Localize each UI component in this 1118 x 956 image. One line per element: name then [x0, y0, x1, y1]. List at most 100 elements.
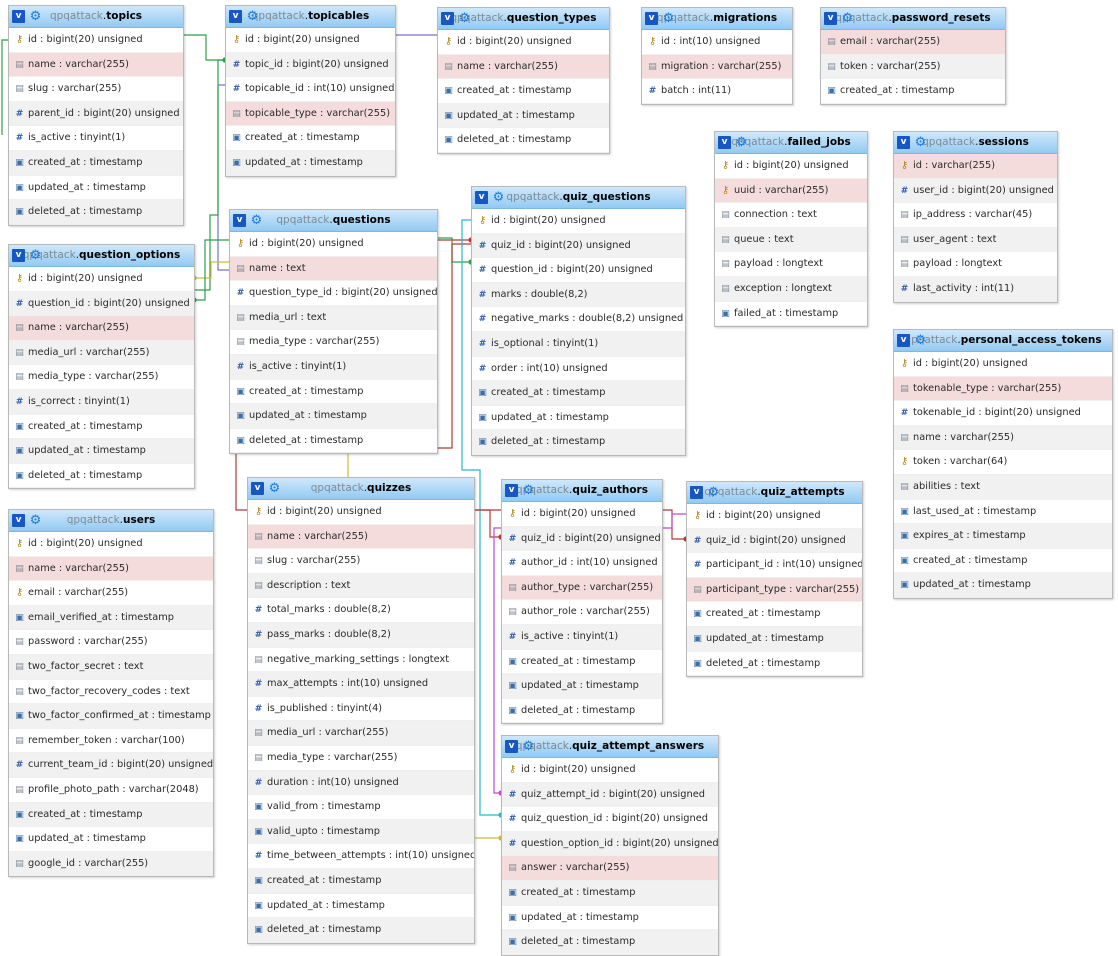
table-column-row[interactable]: ⚷ id : bigint(20) unsigned — [9, 28, 183, 53]
toggle-icon[interactable]: v — [824, 12, 837, 25]
table-questions[interactable]: v ⚙ qpqattack.questions ⚷ id : bigint(20) un… — [229, 209, 438, 455]
table-column-row[interactable]: ▣ deleted_at : timestamp — [687, 652, 862, 677]
table-column-row[interactable]: ▣ updated_at : timestamp — [687, 626, 862, 652]
table-column-row[interactable]: ▣ valid_from : timestamp — [248, 795, 474, 820]
table-column-row[interactable]: # quiz_id : bigint(20) unsigned — [472, 233, 685, 259]
table-topics[interactable]: v ⚙ qpqattack.topics ⚷ id : bigint(20) unsig… — [8, 5, 184, 226]
gear-icon[interactable]: ⚙ — [245, 9, 260, 24]
table-column-row[interactable]: ▣ created_at : timestamp — [9, 415, 194, 440]
table-header[interactable]: v ⚙ qpqattack.quiz_attempts — [687, 482, 862, 504]
table-header[interactable]: v ⚙ qpqattack.quiz_attempt_answers — [502, 736, 718, 758]
table-column-row[interactable]: ▤ description : text — [248, 573, 474, 599]
table-column-row[interactable]: ▣ created_at : timestamp — [9, 150, 183, 176]
table-column-row[interactable]: ▣ updated_at : timestamp — [248, 894, 474, 919]
toggle-icon[interactable]: v — [897, 136, 910, 149]
table-column-row[interactable]: ▣ deleted_at : timestamp — [438, 128, 609, 153]
table-column-row[interactable]: ▤ name : varchar(255) — [438, 54, 609, 80]
gear-icon[interactable]: ⚙ — [28, 513, 43, 528]
table-column-row[interactable]: # is_active : tinyint(1) — [9, 126, 183, 151]
table-topicables[interactable]: v ⚙ qpqattack.topicables ⚷ id : bigint(20) u… — [225, 5, 396, 177]
gear-icon[interactable]: ⚙ — [249, 213, 264, 228]
table-column-row[interactable]: ▤ exception : longtext — [715, 276, 867, 302]
gear-icon[interactable]: ⚙ — [913, 135, 928, 150]
table-column-row[interactable]: # author_id : int(10) unsigned — [502, 551, 662, 576]
table-column-row[interactable]: ▣ updated_at : timestamp — [9, 827, 213, 852]
table-column-row[interactable]: ▣ last_used_at : timestamp — [894, 500, 1112, 525]
table-column-row[interactable]: ▣ updated_at : timestamp — [438, 103, 609, 129]
toggle-icon[interactable]: v — [690, 486, 703, 499]
table-column-row[interactable]: ⚷ id : bigint(20) unsigned — [502, 502, 662, 527]
table-column-row[interactable]: # question_id : bigint(20) unsigned — [472, 258, 685, 283]
table-column-row[interactable]: ▤ connection : text — [715, 203, 867, 228]
table-column-row[interactable]: # current_team_id : bigint(20) unsigned — [9, 753, 213, 778]
table-header[interactable]: v ⚙ qpqattack.question_options — [9, 245, 194, 267]
table-column-row[interactable]: ▤ negative_marking_settings : longtext — [248, 648, 474, 673]
table-column-row[interactable]: ▤ author_type : varchar(255) — [502, 575, 662, 601]
table-column-row[interactable]: ▤ name : text — [230, 256, 437, 282]
table-column-row[interactable]: # topicable_id : int(10) unsigned — [226, 77, 395, 102]
table-column-row[interactable]: ▣ updated_at : timestamp — [472, 406, 685, 431]
table-question-options[interactable]: v ⚙ qpqattack.question_options ⚷ id : bigint… — [8, 244, 195, 490]
table-column-row[interactable]: # quiz_question_id : bigint(20) unsigned — [502, 807, 718, 832]
table-column-row[interactable]: ▤ participant_type : varchar(255) — [687, 577, 862, 603]
table-column-row[interactable]: # last_activity : int(11) — [894, 276, 1057, 302]
gear-icon[interactable]: ⚙ — [661, 11, 676, 26]
table-column-row[interactable]: ▣ deleted_at : timestamp — [9, 464, 194, 489]
table-column-row[interactable]: ⚷ id : bigint(20) unsigned — [472, 209, 685, 234]
table-column-row[interactable]: ▤ media_type : varchar(255) — [230, 330, 437, 355]
gear-icon[interactable]: ⚙ — [28, 9, 43, 24]
table-password-resets[interactable]: v ⚙ qpqattack.password_resets ▤ email : varc… — [820, 7, 1006, 105]
gear-icon[interactable]: ⚙ — [706, 485, 721, 500]
table-column-row[interactable]: # quiz_id : bigint(20) unsigned — [502, 526, 662, 552]
table-column-row[interactable]: ▤ queue : text — [715, 227, 867, 253]
table-quiz-attempts[interactable]: v ⚙ qpqattack.quiz_attempts ⚷ id : bigint(20… — [686, 481, 863, 678]
table-column-row[interactable]: ▣ deleted_at : timestamp — [230, 429, 437, 454]
gear-icon[interactable]: ⚙ — [521, 739, 536, 754]
table-column-row[interactable]: ▣ failed_at : timestamp — [715, 302, 867, 327]
table-column-row[interactable]: ▣ updated_at : timestamp — [230, 404, 437, 429]
table-column-row[interactable]: ▤ answer : varchar(255) — [502, 856, 718, 881]
table-column-row[interactable]: ▤ two_factor_secret : text — [9, 654, 213, 680]
table-column-row[interactable]: # participant_id : int(10) unsigned — [687, 553, 862, 578]
table-column-row[interactable]: # tokenable_id : bigint(20) unsigned — [894, 401, 1112, 426]
table-column-row[interactable]: ▤ slug : varchar(255) — [9, 77, 183, 102]
table-column-row[interactable]: ▤ token : varchar(255) — [821, 54, 1005, 80]
toggle-icon[interactable]: v — [12, 514, 25, 527]
gear-icon[interactable]: ⚙ — [267, 481, 282, 496]
table-column-row[interactable]: ▤ name : varchar(255) — [894, 425, 1112, 451]
table-column-row[interactable]: ▣ updated_at : timestamp — [226, 150, 395, 176]
table-column-row[interactable]: ⚷ id : int(10) unsigned — [642, 30, 792, 55]
table-column-row[interactable]: ▤ media_type : varchar(255) — [9, 365, 194, 390]
table-column-row[interactable]: ▤ name : varchar(255) — [9, 52, 183, 78]
table-migrations[interactable]: v ⚙ qpqattack.migrations ⚷ id : int(10) unsi… — [641, 7, 793, 105]
gear-icon[interactable]: ⚙ — [734, 135, 749, 150]
gear-icon[interactable]: ⚙ — [913, 333, 928, 348]
table-sessions[interactable]: v ⚙ qpqattack.sessions ⚷ id : varchar(255) # u… — [893, 131, 1058, 303]
table-column-row[interactable]: ▣ created_at : timestamp — [230, 380, 437, 405]
table-column-row[interactable]: ▤ name : varchar(255) — [248, 524, 474, 550]
toggle-icon[interactable]: v — [12, 249, 25, 262]
table-column-row[interactable]: ▣ deleted_at : timestamp — [248, 918, 474, 943]
table-column-row[interactable]: ▣ updated_at : timestamp — [502, 674, 662, 699]
table-column-row[interactable]: ▣ deleted_at : timestamp — [502, 699, 662, 724]
toggle-icon[interactable]: v — [441, 12, 454, 25]
table-column-row[interactable]: ▤ two_factor_recovery_codes : text — [9, 680, 213, 705]
table-header[interactable]: v ⚙ qpqattack.questions — [230, 210, 437, 232]
table-column-row[interactable]: ▣ updated_at : timestamp — [894, 573, 1112, 598]
table-column-row[interactable]: ▤ name : varchar(255) — [9, 556, 213, 582]
table-column-row[interactable]: # question_option_id : bigint(20) unsigne… — [502, 831, 718, 857]
table-column-row[interactable]: # duration : int(10) unsigned — [248, 770, 474, 796]
table-column-row[interactable]: ▤ remember_token : varchar(100) — [9, 729, 213, 754]
toggle-icon[interactable]: v — [475, 191, 488, 204]
table-column-row[interactable]: ⚷ id : bigint(20) unsigned — [9, 532, 213, 557]
table-column-row[interactable]: ⚷ id : bigint(20) unsigned — [226, 28, 395, 53]
table-column-row[interactable]: ▤ tokenable_type : varchar(255) — [894, 376, 1112, 402]
table-column-row[interactable]: ⚷ id : varchar(255) — [894, 154, 1057, 179]
table-column-row[interactable]: ▤ profile_photo_path : varchar(2048) — [9, 778, 213, 803]
table-column-row[interactable]: ▣ created_at : timestamp — [9, 802, 213, 828]
table-column-row[interactable]: ▣ created_at : timestamp — [502, 650, 662, 675]
table-header[interactable]: v ⚙ qpqattack.sessions — [894, 132, 1057, 154]
table-column-row[interactable]: ⚷ id : bigint(20) unsigned — [894, 352, 1112, 377]
table-column-row[interactable]: ▤ password : varchar(255) — [9, 630, 213, 655]
table-column-row[interactable]: ▤ ip_address : varchar(45) — [894, 203, 1057, 228]
